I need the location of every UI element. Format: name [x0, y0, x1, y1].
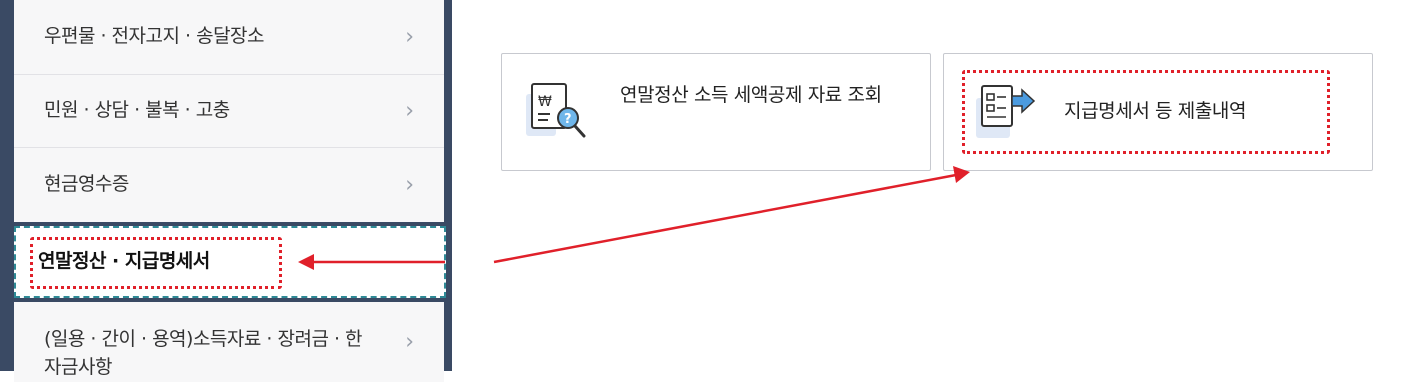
- svg-text:₩: ₩: [538, 94, 552, 110]
- highlight-box-card: [962, 70, 1330, 154]
- sidebar-item-label: 민원 · 상담 · 불복 · 고충: [44, 99, 230, 122]
- sidebar-item-label: 우편물 · 전자고지 · 송달장소: [44, 25, 265, 48]
- chevron-right-icon: ›: [405, 172, 414, 198]
- sidebar-item-label: 현금영수증: [44, 173, 129, 196]
- sidebar-item-income-data[interactable]: (일용 · 간이 · 용역)소득자료 · 장려금 · 한자금사항 ›: [14, 302, 444, 382]
- sidebar-item-label: (일용 · 간이 · 용역)소득자료 · 장려금 · 한자금사항: [44, 328, 363, 378]
- chevron-right-icon: ›: [405, 98, 414, 124]
- sidebar: 우편물 · 전자고지 · 송달장소 › 민원 · 상담 · 불복 · 고충 › …: [0, 0, 452, 382]
- svg-text:?: ?: [564, 112, 572, 127]
- sidebar-item-civil-complaint[interactable]: 민원 · 상담 · 불복 · 고충 ›: [14, 75, 444, 148]
- card-title: 연말정산 소득 세액공제 자료 조회: [620, 84, 882, 106]
- arrow-line-diagonal: [493, 173, 957, 264]
- sidebar-item-cash-receipt[interactable]: 현금영수증 ›: [14, 148, 444, 222]
- chevron-right-icon: ›: [405, 329, 414, 355]
- card-deduction-data-lookup[interactable]: ₩ ? 연말정산 소득 세액공제 자료 조회: [501, 53, 931, 171]
- sidebar-item-mail-notice[interactable]: 우편물 · 전자고지 · 송달장소 ›: [14, 0, 444, 75]
- highlight-box-sidebar: [30, 237, 282, 289]
- chevron-right-icon: ›: [405, 24, 414, 50]
- receipt-search-icon: ₩ ?: [524, 80, 598, 148]
